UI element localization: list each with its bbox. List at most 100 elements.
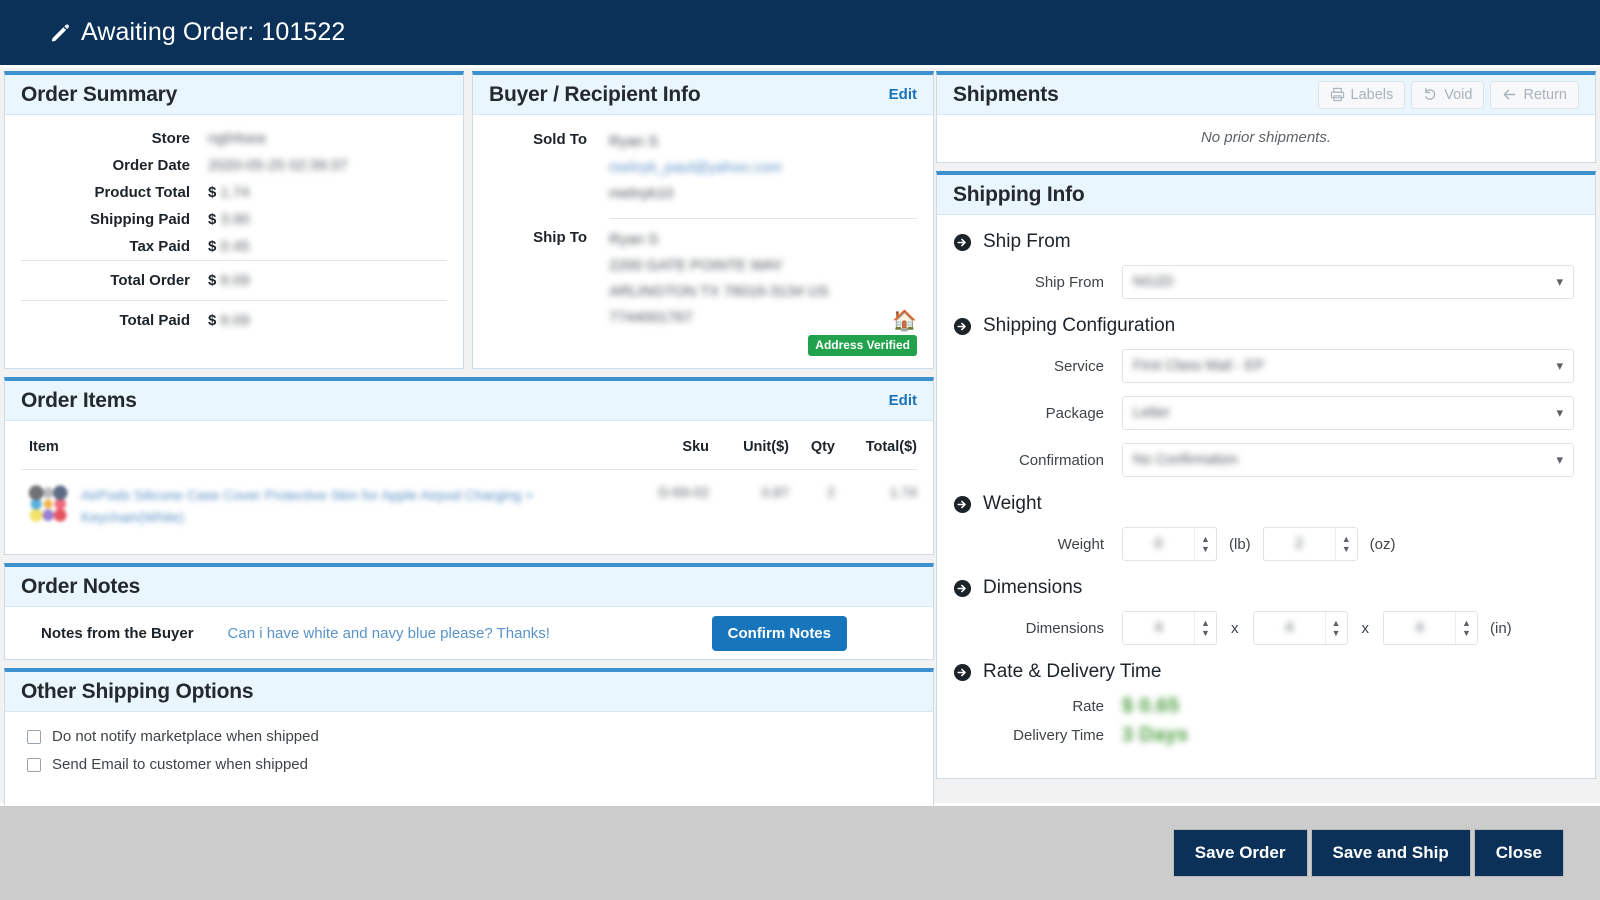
buyer-recipient-title: Buyer / Recipient Info	[489, 82, 701, 106]
field-delivery-time: Delivery Time 3 Days	[937, 724, 1595, 747]
checkbox-send-email-customer[interactable]	[27, 757, 41, 772]
confirm-notes-button[interactable]: Confirm Notes	[711, 615, 847, 651]
sold-to-block: Sold To Ryan S melnyk_paul@yahoo.com mel…	[489, 125, 917, 211]
close-button[interactable]: Close	[1473, 829, 1564, 877]
shipping-info-header: Shipping Info	[937, 175, 1595, 215]
section-rate-delivery-title: Rate & Delivery Time	[983, 661, 1162, 682]
sold-to-username: melnyk10	[609, 185, 674, 202]
other-shipping-header: Other Shipping Options	[5, 672, 933, 712]
section-dimensions-title: Dimensions	[983, 577, 1083, 598]
label-send-email-customer[interactable]: Send Email to customer when shipped	[52, 756, 308, 773]
value-weight-oz: 2	[1295, 536, 1304, 552]
label-do-not-notify-marketplace[interactable]: Do not notify marketplace when shipped	[52, 728, 319, 745]
select-ship-from[interactable]: NG2D ▾	[1122, 265, 1574, 299]
field-service: Service First Class Mail - EP ▾	[937, 349, 1595, 383]
stepper-arrows[interactable]: ▲ ▼	[1455, 612, 1477, 644]
value-dimension-width: 4	[1284, 620, 1294, 636]
label-order-date: Order Date	[112, 157, 190, 174]
section-ship-from: Ship From	[953, 231, 1595, 253]
stepper-arrows[interactable]: ▲ ▼	[1194, 612, 1216, 644]
order-notes-title: Order Notes	[21, 574, 141, 598]
ship-to-block: Ship To Ryan S 2200 GATE POINTE WAY ARLI…	[489, 223, 917, 335]
item-name[interactable]: AirPods Silicone Case Cover Protective S…	[81, 484, 611, 528]
ship-to-lines: Ryan S 2200 GATE POINTE WAY ARLINGTON TX…	[609, 227, 917, 331]
buyer-divider	[609, 218, 917, 219]
return-button[interactable]: Return	[1490, 80, 1579, 109]
currency-symbol: $	[208, 184, 217, 201]
table-row: AirPods Silicone Case Cover Protective S…	[21, 470, 917, 543]
void-button[interactable]: Void	[1411, 80, 1485, 109]
order-notes-header: Order Notes	[5, 567, 933, 607]
order-notes-body: Notes from the Buyer Can i have white an…	[5, 607, 933, 659]
col-total: Total($)	[835, 431, 917, 470]
select-package[interactable]: Letter ▾	[1122, 396, 1574, 430]
dimension-height-stepper[interactable]: 4 ▲ ▼	[1383, 611, 1478, 645]
sold-to-email[interactable]: melnyk_paul@yahoo.com	[609, 155, 917, 181]
chevron-up-icon: ▲	[1201, 534, 1210, 544]
arrow-circle-right-icon	[953, 495, 972, 514]
arrow-left-icon	[1502, 87, 1517, 102]
unit-in: (in)	[1490, 619, 1512, 637]
col-unit: Unit($)	[709, 431, 789, 470]
sold-to-name: Ryan S	[609, 133, 659, 150]
chevron-down-icon: ▼	[1331, 628, 1341, 638]
checkbox-do-not-notify-marketplace[interactable]	[27, 729, 41, 744]
dimension-separator-2: x	[1361, 619, 1370, 637]
shipments-title: Shipments	[953, 82, 1059, 106]
order-items-body: Item Sku Unit($) Qty Total($) AirPods Si…	[5, 421, 933, 554]
label-ship-from: Ship From	[1034, 273, 1104, 291]
left-column: Order Summary Store ng04sea Order Date 2…	[4, 71, 934, 815]
order-items-header: Order Items Edit	[5, 381, 933, 421]
order-items-table: Item Sku Unit($) Qty Total($) AirPods Si…	[21, 431, 917, 542]
sold-to-lines: Ryan S melnyk_paul@yahoo.com melnyk10	[609, 129, 917, 207]
other-shipping-title: Other Shipping Options	[21, 679, 254, 703]
buyer-edit-link[interactable]: Edit	[889, 86, 917, 103]
return-button-label: Return	[1523, 86, 1567, 103]
label-store: Store	[151, 130, 190, 147]
shipping-info-panel: Shipping Info Ship From Ship From NG2D ▾…	[936, 171, 1596, 779]
labels-button[interactable]: Labels	[1317, 80, 1406, 109]
dimension-separator-1: x	[1231, 619, 1239, 637]
value-ship-from: NG2D	[1133, 274, 1174, 290]
value-dimension-height: 4	[1415, 620, 1424, 636]
value-delivery-time: 3 Days	[1122, 724, 1189, 746]
stepper-arrows[interactable]: ▲ ▼	[1334, 528, 1357, 560]
shipments-header: Shipments Labels Void Return	[937, 75, 1595, 115]
select-confirmation[interactable]: No Confirmation ▾	[1122, 443, 1574, 477]
arrow-circle-right-icon	[953, 579, 972, 598]
unit-lb: (lb)	[1229, 535, 1251, 553]
summary-row-store: Store ng04sea	[21, 125, 447, 152]
label-shipping-paid: Shipping Paid	[90, 211, 190, 228]
chevron-down-icon: ▾	[1556, 452, 1563, 467]
dimension-width-stepper[interactable]: 4 ▲ ▼	[1252, 611, 1348, 645]
page-titlebar: Awaiting Order: 101522	[0, 0, 1600, 68]
order-notes-panel: Order Notes Notes from the Buyer Can i h…	[4, 563, 934, 660]
option-row-notify-marketplace: Do not notify marketplace when shipped	[27, 728, 917, 745]
stepper-arrows[interactable]: ▲ ▼	[1324, 612, 1347, 644]
label-service: Service	[1053, 357, 1104, 375]
cell-total: 1.74	[889, 484, 917, 500]
save-order-button[interactable]: Save Order	[1172, 829, 1308, 877]
label-package: Package	[1045, 404, 1104, 422]
section-dimensions: Dimensions	[953, 577, 1595, 599]
weight-lb-stepper[interactable]: 0 ▲ ▼	[1122, 527, 1217, 561]
chevron-up-icon: ▲	[1201, 618, 1210, 628]
weight-oz-stepper[interactable]: 2 ▲ ▼	[1262, 527, 1358, 561]
label-confirmation: Confirmation	[1018, 451, 1104, 469]
section-weight-title: Weight	[983, 493, 1042, 514]
section-shipping-configuration-title: Shipping Configuration	[983, 315, 1176, 336]
stepper-arrows[interactable]: ▲ ▼	[1194, 528, 1216, 560]
arrow-circle-right-icon	[953, 317, 972, 336]
order-summary-title: Order Summary	[21, 82, 178, 106]
order-items-edit-link[interactable]: Edit	[889, 392, 917, 409]
save-and-ship-button[interactable]: Save and Ship	[1310, 829, 1471, 877]
option-row-send-email: Send Email to customer when shipped	[27, 756, 917, 773]
select-service[interactable]: First Class Mail - EP ▾	[1122, 349, 1574, 383]
label-tax-paid: Tax Paid	[129, 238, 190, 255]
label-weight: Weight	[1057, 535, 1104, 553]
dimension-length-stepper[interactable]: 4 ▲ ▼	[1122, 611, 1217, 645]
value-order-date: 2020-05-25 02:39:37	[208, 157, 348, 174]
labels-button-label: Labels	[1350, 86, 1394, 103]
order-items-panel: Order Items Edit Item Sku Unit($) Qty To…	[4, 377, 934, 555]
field-weight: Weight 0 ▲ ▼ (lb) 2 ▲ ▼ (oz)	[937, 527, 1595, 561]
